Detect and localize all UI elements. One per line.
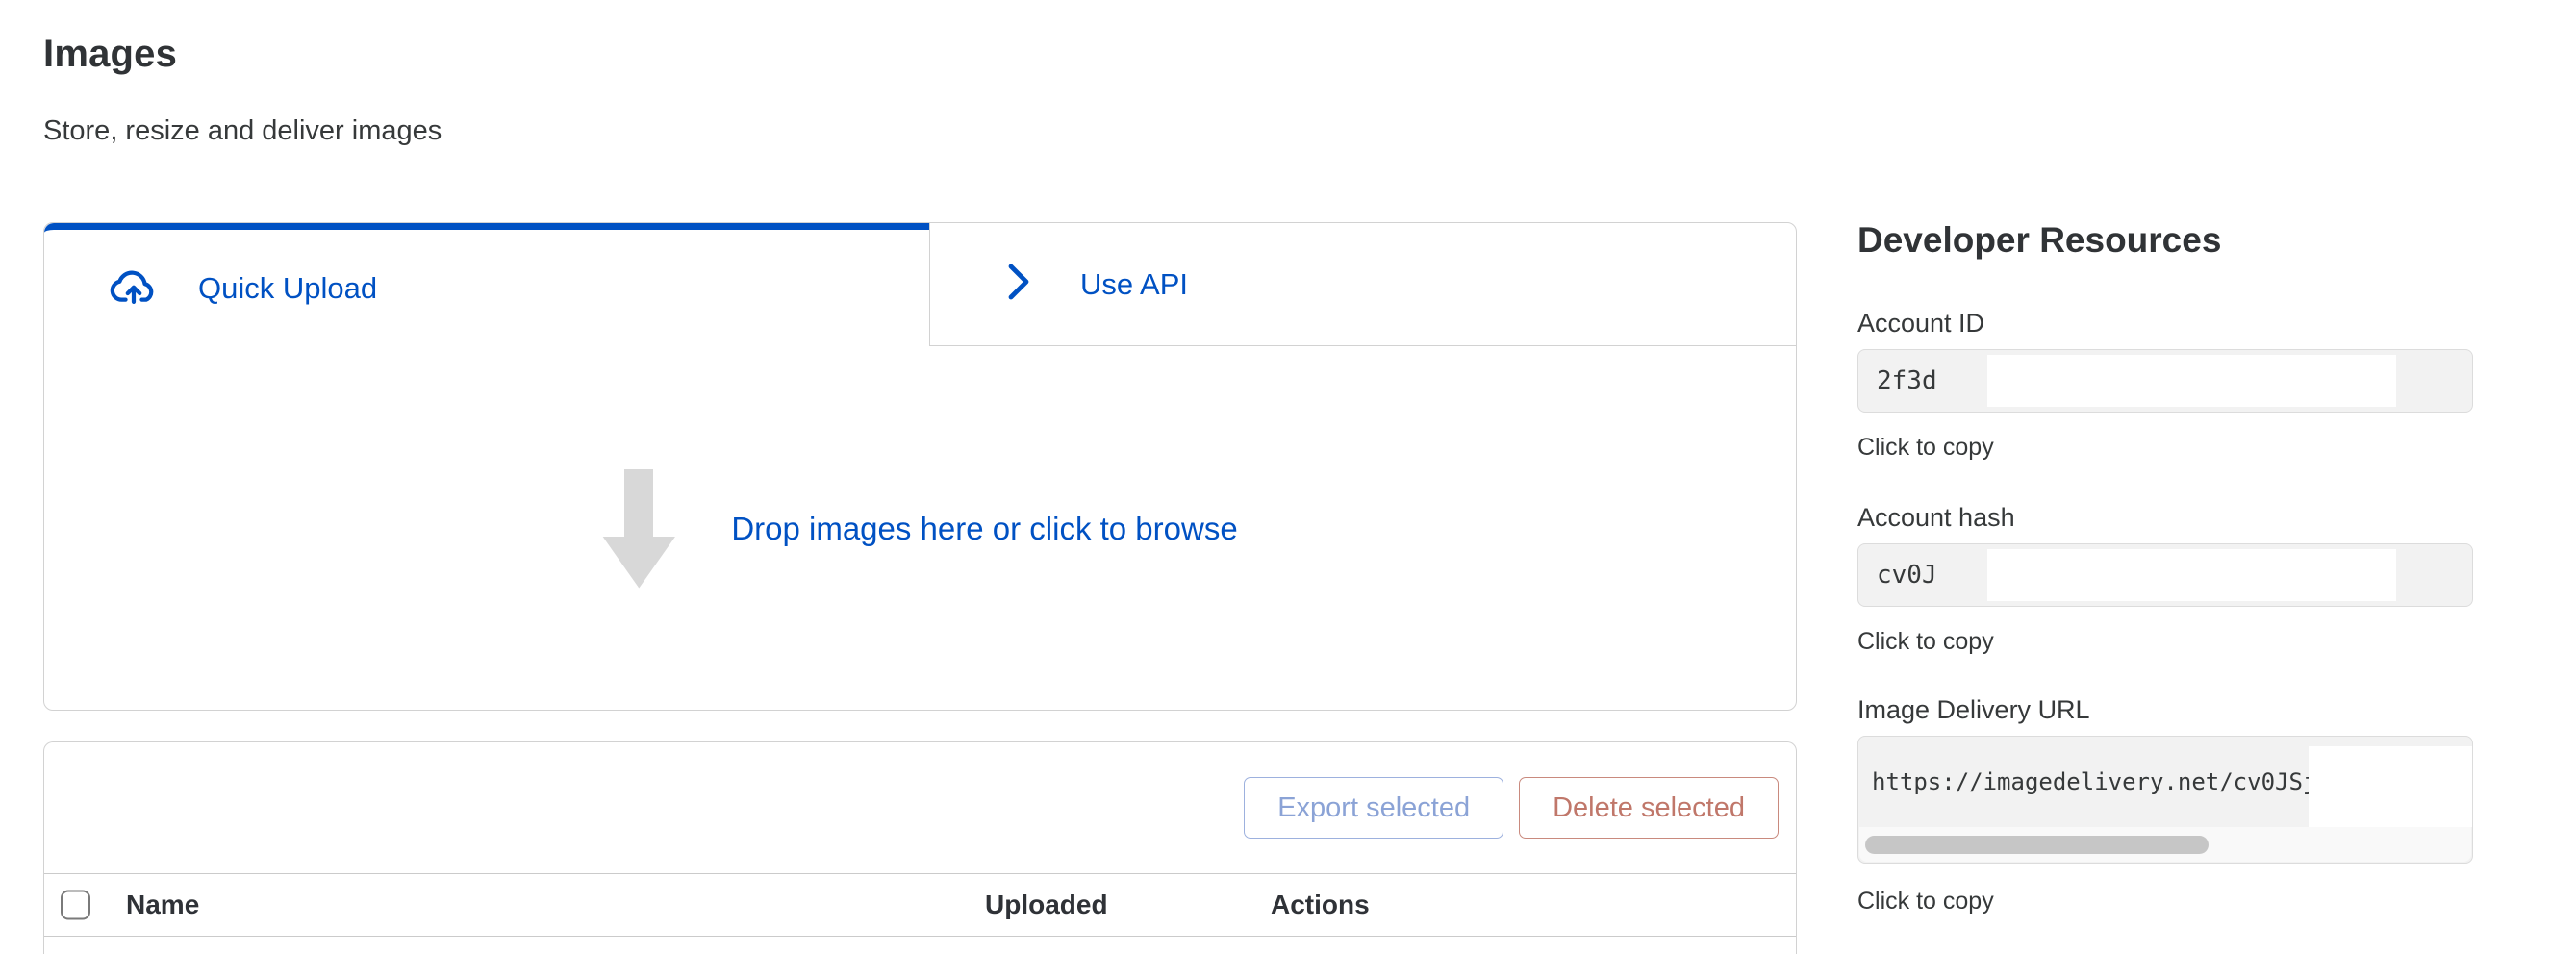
image-delivery-url-label: Image Delivery URL — [1857, 694, 2473, 726]
image-delivery-url-copy-hint: Click to copy — [1857, 887, 2473, 916]
account-hash-copy-hint: Click to copy — [1857, 627, 2473, 657]
delete-selected-button[interactable]: Delete selected — [1519, 777, 1779, 839]
upload-panel: Quick Upload Use API Drop images here or… — [43, 222, 1797, 711]
page-title: Images — [43, 33, 177, 76]
image-delivery-url-value-box[interactable]: https://imagedelivery.net/cv0JSj 2 — [1857, 736, 2473, 864]
developer-resources-sidebar: Developer Resources Account ID 2f3d Clic… — [1857, 219, 2473, 916]
account-hash-label: Account hash — [1857, 502, 2473, 534]
redaction-overlay — [1987, 355, 2396, 407]
export-selected-button[interactable]: Export selected — [1244, 777, 1503, 839]
tab-quick-upload-label: Quick Upload — [198, 271, 377, 306]
table-header-row: Name Uploaded Actions — [44, 873, 1796, 937]
chevron-right-icon — [1001, 261, 1036, 308]
redaction-overlay — [1987, 549, 2396, 601]
dropzone-prompt: Drop images here or click to browse — [731, 511, 1237, 547]
column-header-actions: Actions — [1271, 890, 1370, 920]
redaction-overlay — [2309, 746, 2473, 827]
account-id-copy-hint: Click to copy — [1857, 433, 2473, 463]
horizontal-scrollbar-thumb[interactable] — [1865, 836, 2209, 854]
images-dashboard-page: Images Store, resize and deliver images … — [0, 0, 2576, 954]
tab-use-api-label: Use API — [1080, 267, 1188, 302]
image-dropzone[interactable]: Drop images here or click to browse — [44, 346, 1796, 711]
account-id-value-box[interactable]: 2f3d — [1857, 349, 2473, 413]
page-subtitle: Store, resize and deliver images — [43, 115, 442, 147]
account-id-label: Account ID — [1857, 308, 2473, 339]
upload-tabs: Quick Upload Use API — [44, 223, 1796, 346]
cloud-upload-icon — [108, 266, 160, 310]
select-all-checkbox[interactable] — [61, 891, 90, 920]
download-arrow-icon — [602, 469, 675, 589]
column-header-uploaded: Uploaded — [985, 890, 1108, 920]
column-header-name: Name — [126, 890, 199, 920]
account-hash-value-box[interactable]: cv0J — [1857, 543, 2473, 607]
tab-quick-upload[interactable]: Quick Upload — [44, 223, 929, 346]
table-actions-row: Export selected Delete selected — [44, 742, 1796, 873]
images-table-panel: Export selected Delete selected Name Upl… — [43, 741, 1797, 954]
tab-use-api[interactable]: Use API — [929, 223, 1796, 346]
sidebar-heading: Developer Resources — [1857, 219, 2473, 262]
horizontal-scrollbar-track — [1859, 827, 2471, 862]
